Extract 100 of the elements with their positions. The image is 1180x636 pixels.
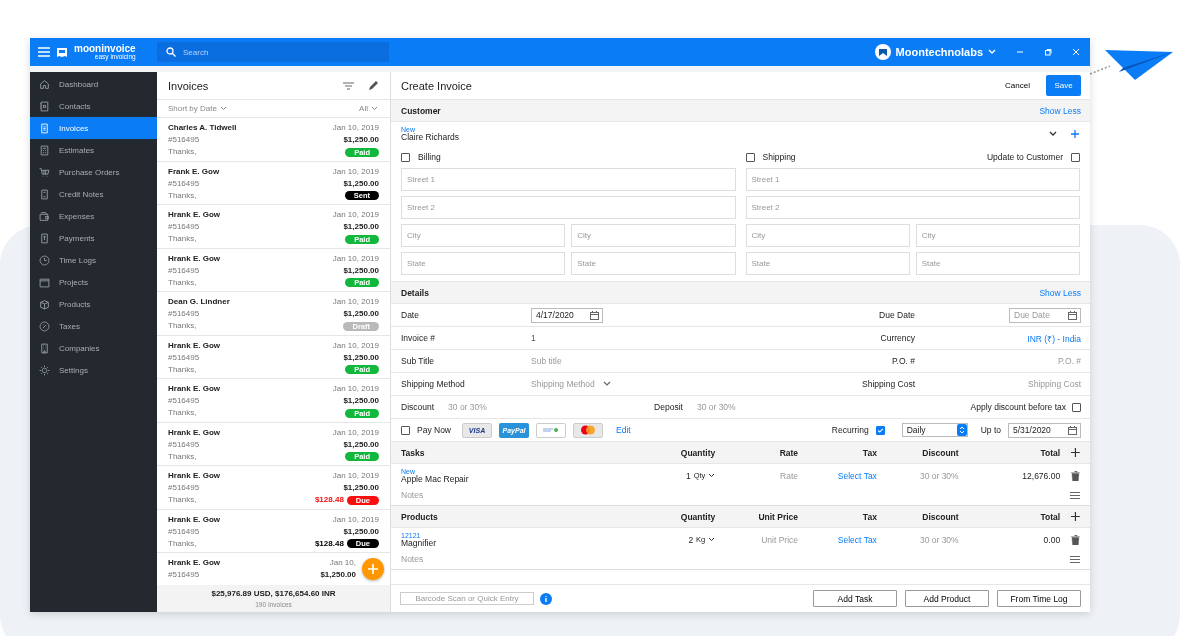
address-field[interactable]: Street 1 xyxy=(745,168,1080,191)
column-header: Discount xyxy=(921,511,959,522)
column-header: Tasks xyxy=(401,447,426,458)
show-less-link[interactable]: Show Less xyxy=(1039,105,1081,116)
sidebar-item[interactable]: Purchase Orders xyxy=(30,161,157,183)
chevron-down-icon[interactable] xyxy=(1049,131,1057,137)
chevron-down-icon[interactable] xyxy=(602,381,611,387)
address-field[interactable]: City xyxy=(745,224,910,247)
sidebar-icon xyxy=(39,210,50,222)
search-field[interactable]: Search xyxy=(157,42,389,62)
totals-text: $25,976.89 USD, $176,654.60 INR xyxy=(211,589,336,598)
brand-name: mooninvoice xyxy=(74,43,136,54)
restore-icon[interactable] xyxy=(1044,48,1052,56)
edit-link[interactable]: Edit xyxy=(616,425,631,435)
sidebar-item[interactable]: Taxes xyxy=(30,315,157,337)
close-icon[interactable] xyxy=(1072,48,1080,56)
footer-button[interactable]: Add Product xyxy=(905,590,989,607)
select-tax-link[interactable]: Select Tax xyxy=(837,470,877,481)
calendar-icon xyxy=(1068,425,1077,435)
menu-icon[interactable] xyxy=(38,47,50,57)
cancel-button[interactable]: Cancel xyxy=(1003,79,1032,92)
checkbox[interactable] xyxy=(401,152,410,162)
sidebar-item[interactable]: Products xyxy=(30,293,157,315)
column-header: Quantity xyxy=(679,511,716,522)
address-field[interactable]: City xyxy=(401,224,566,247)
show-less-link[interactable]: Show Less xyxy=(1039,287,1081,298)
currency-link[interactable]: INR (₹) - India xyxy=(1027,332,1081,344)
mastercard-card[interactable] xyxy=(573,422,603,438)
text-field[interactable]: 1 xyxy=(531,333,536,343)
address-field[interactable]: City xyxy=(915,224,1080,247)
sidebar-item[interactable]: Contacts xyxy=(30,95,157,117)
quantity-field[interactable]: 1 xyxy=(685,470,691,481)
invoice-item[interactable]: Hrank E. Gow Jan 10, #516495 $1,250.00 xyxy=(157,553,390,581)
field-label: Shipping Cost xyxy=(861,379,915,389)
address-field[interactable]: State xyxy=(401,252,566,275)
address-field[interactable]: State xyxy=(745,252,910,275)
sidebar-item[interactable]: Projects xyxy=(30,271,157,293)
address-field[interactable]: State xyxy=(915,252,1080,275)
section-header: Customer Show Less xyxy=(391,100,1090,122)
sidebar-icon xyxy=(39,276,50,288)
account-name[interactable]: Moontechnolabs xyxy=(895,46,983,58)
checkbox[interactable] xyxy=(1071,152,1080,162)
sidebar-item[interactable]: Expenses xyxy=(30,205,157,227)
date-field[interactable]: 5/31/2020 xyxy=(1008,422,1081,438)
sidebar-item[interactable]: Dashboard xyxy=(30,73,157,95)
save-button[interactable]: Save xyxy=(1046,75,1081,96)
plus-icon xyxy=(367,563,379,575)
calendar-icon xyxy=(590,310,599,320)
address-field[interactable]: Street 2 xyxy=(745,196,1080,219)
checkbox[interactable] xyxy=(1072,402,1081,412)
field-label: Date xyxy=(401,310,420,320)
shipping-label: Shipping xyxy=(762,152,796,162)
sidebar-item[interactable]: Settings xyxy=(30,359,157,381)
select-tax-link[interactable]: Select Tax xyxy=(837,534,877,545)
field-label: Due Date xyxy=(878,310,915,320)
trash-icon[interactable] xyxy=(1071,470,1080,481)
sidebar-item[interactable]: Companies xyxy=(30,337,157,359)
checkbox[interactable] xyxy=(875,425,885,435)
column-header: Total xyxy=(1039,447,1061,458)
sidebar-item[interactable]: Time Logs xyxy=(30,249,157,271)
field-label: Invoice # xyxy=(401,333,437,343)
pencil-icon[interactable] xyxy=(368,80,379,91)
quantity-field[interactable]: 2 xyxy=(688,534,694,545)
customer-name[interactable]: Claire Richards xyxy=(401,133,460,142)
sidebar-item[interactable]: Invoices xyxy=(30,117,157,139)
address-field[interactable]: Street 1 xyxy=(401,168,736,191)
footer-button[interactable]: Add Task xyxy=(813,590,897,607)
address-field[interactable]: Street 2 xyxy=(401,196,736,219)
recurring-label: Recurring xyxy=(831,425,869,435)
trash-icon[interactable] xyxy=(1071,534,1080,545)
item-name[interactable]: Apple Mac Repair xyxy=(401,474,584,484)
checkbox[interactable] xyxy=(745,152,755,162)
sidebar-icon xyxy=(39,122,50,134)
footer-button[interactable]: From Time Log xyxy=(997,590,1081,607)
sidebar-item[interactable]: Payments xyxy=(30,227,157,249)
address-field[interactable]: State xyxy=(571,252,736,275)
update-customer-label: Update to Customer xyxy=(986,152,1063,162)
sidebar-icon xyxy=(39,144,50,156)
date-field[interactable]: 4/17/2020 xyxy=(531,307,603,323)
sidebar-item[interactable]: Credit Notes xyxy=(30,183,157,205)
checkbox[interactable] xyxy=(401,425,410,435)
drag-handle-icon[interactable] xyxy=(1070,555,1080,563)
calendar-icon xyxy=(1068,310,1077,320)
section-header: Details Show Less xyxy=(391,282,1090,304)
info-icon[interactable] xyxy=(540,592,552,605)
item-name[interactable]: Magnifier xyxy=(401,538,584,548)
pay-now-label: Pay Now xyxy=(417,425,451,435)
drag-handle-icon[interactable] xyxy=(1070,491,1080,499)
plus-icon[interactable] xyxy=(1071,512,1080,521)
address-field[interactable]: City xyxy=(571,224,736,247)
barcode-field[interactable]: Barcode Scan or Quick Entry xyxy=(400,592,534,605)
plus-icon[interactable] xyxy=(1071,448,1080,457)
frequency-dropdown[interactable]: Daily xyxy=(901,423,968,437)
filter-dropdown[interactable]: All xyxy=(359,104,368,113)
sidebar-item[interactable]: Estimates xyxy=(30,139,157,161)
chevron-down-icon[interactable] xyxy=(708,537,716,542)
sort-dropdown[interactable]: Short by Date xyxy=(168,104,217,113)
chevron-down-icon[interactable] xyxy=(708,473,716,478)
column-header: Tax xyxy=(861,511,877,522)
sidebar-icon xyxy=(39,232,50,244)
